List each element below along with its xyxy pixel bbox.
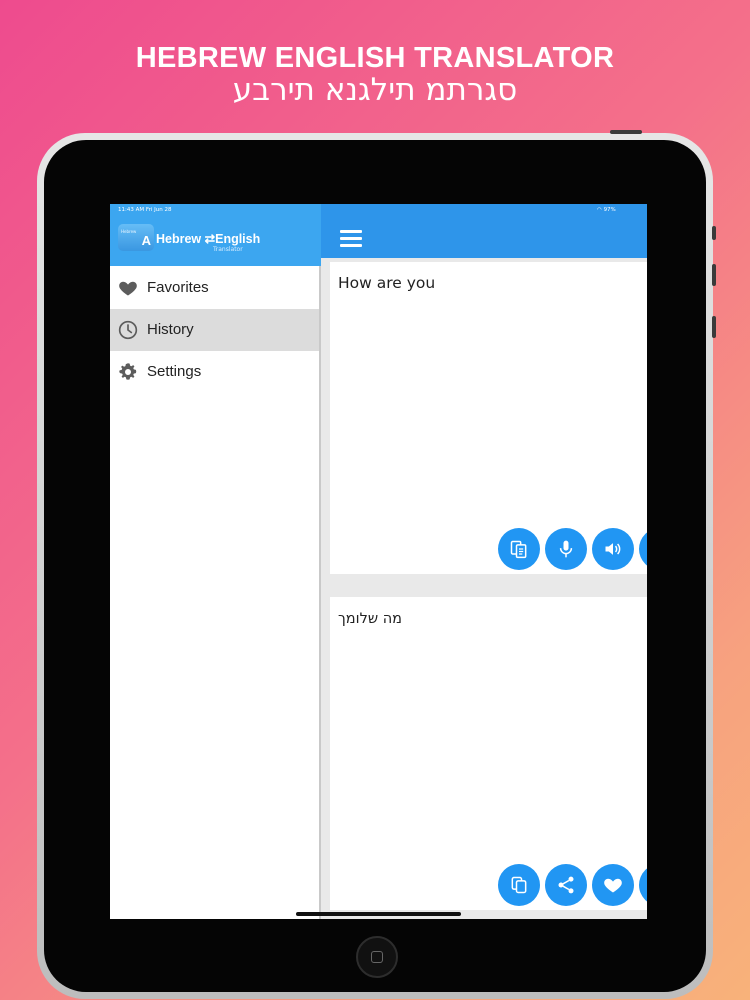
sidebar-header: 11:43 AM Fri Jun 28 Hebrew A Hebrew ⇄Eng… <box>110 204 321 266</box>
translated-text: מה שלומך <box>338 611 403 627</box>
sidebar-item-settings[interactable]: Settings <box>110 351 319 393</box>
sidebar-item-label: History <box>147 321 194 338</box>
sidebar-item-label: Settings <box>147 363 202 380</box>
clock-icon <box>118 320 138 340</box>
copy-button[interactable] <box>498 864 540 906</box>
power-button <box>610 130 642 134</box>
home-indicator <box>296 912 461 916</box>
share-icon <box>558 876 574 894</box>
microphone-icon <box>559 540 573 558</box>
home-button[interactable] <box>356 936 398 978</box>
speaker-icon <box>605 543 621 555</box>
banner-subtitle: סגרתמ תילגנא תירבע <box>232 72 518 108</box>
volume-down-button <box>712 316 716 338</box>
main-header: ◠ 97% <box>321 204 647 258</box>
source-text-panel[interactable]: How are you <box>330 262 647 574</box>
battery-percent: 97% <box>603 207 616 213</box>
paste-button[interactable] <box>498 528 540 570</box>
logo-badge-letter: A <box>141 233 151 248</box>
source-text[interactable]: How are you <box>338 274 435 292</box>
sidebar-item-label: Favorites <box>147 279 209 296</box>
status-battery: ◠ 97% <box>597 207 616 213</box>
app-logo-badge: Hebrew A <box>118 224 154 251</box>
microphone-button[interactable] <box>545 528 587 570</box>
more-action-button[interactable] <box>639 528 647 570</box>
banner-title: HEBREW ENGLISH TRANSLATOR <box>135 42 615 74</box>
main-content: ◠ 97% How are you מה שלומך <box>321 204 647 919</box>
home-square-icon <box>371 951 383 963</box>
logo-badge-small-text: Hebrew <box>121 229 137 234</box>
ipad-screen: 11:43 AM Fri Jun 28 Hebrew A Hebrew ⇄Eng… <box>110 204 647 919</box>
mute-switch <box>712 226 716 240</box>
heart-icon <box>604 878 622 893</box>
heart-icon <box>119 281 137 296</box>
sidebar-item-favorites[interactable]: Favorites <box>110 267 319 309</box>
hamburger-menu-icon[interactable] <box>340 230 362 248</box>
status-time: 11:43 AM Fri Jun 28 <box>118 207 172 213</box>
sidebar-item-history[interactable]: History <box>110 309 319 351</box>
gear-icon <box>119 363 137 380</box>
translated-text-panel: מה שלומך <box>330 597 647 910</box>
speaker-button[interactable] <box>592 528 634 570</box>
app-logo-tagline: Translator <box>213 246 243 253</box>
more-action-button[interactable] <box>639 864 647 906</box>
paste-icon <box>510 540 527 559</box>
sidebar: 11:43 AM Fri Jun 28 Hebrew A Hebrew ⇄Eng… <box>110 204 321 919</box>
copy-icon <box>511 876 527 894</box>
share-button[interactable] <box>545 864 587 906</box>
favorite-button[interactable] <box>592 864 634 906</box>
app-logo-name: Hebrew ⇄English <box>156 232 261 246</box>
volume-up-button <box>712 264 716 286</box>
